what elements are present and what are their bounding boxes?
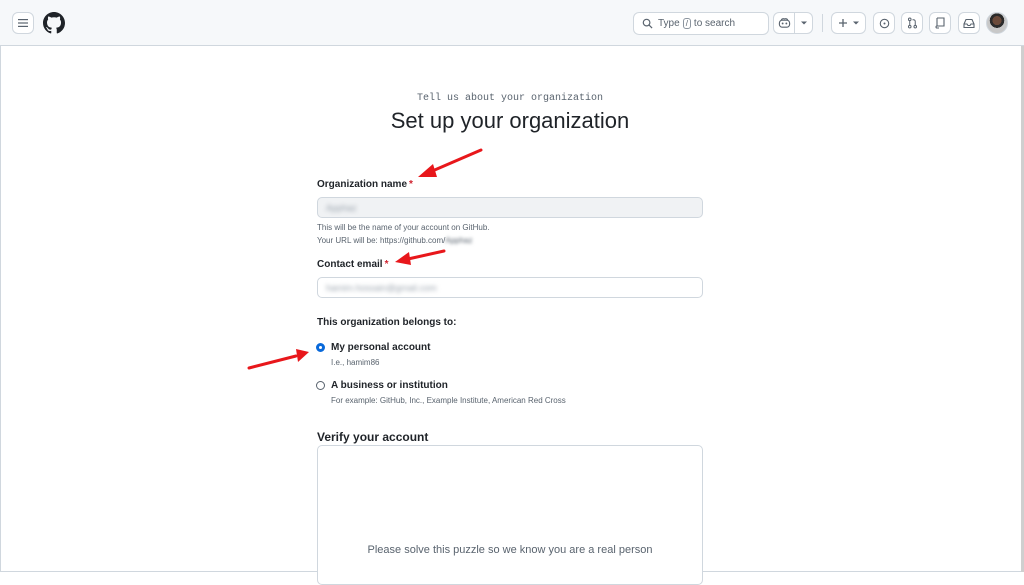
- org-name-input[interactable]: Apphaz: [317, 197, 703, 218]
- required-mark: *: [384, 259, 389, 270]
- contact-email-input[interactable]: hamim.hossain@gmail.com: [317, 277, 703, 298]
- radio-business-institution[interactable]: [316, 381, 325, 390]
- hamburger-icon: [18, 19, 28, 27]
- issues-button[interactable]: [873, 12, 895, 34]
- org-url-prefix: Your URL will be: https://github.com/: [317, 236, 446, 245]
- required-mark: *: [409, 179, 413, 190]
- header-divider: [822, 14, 823, 32]
- org-name-label: Organization name *: [317, 179, 413, 190]
- radio-personal-account-hint: I.e., hamim86: [331, 358, 380, 367]
- repositories-button[interactable]: [929, 12, 951, 34]
- captcha-prompt: Please solve this puzzle so we know you …: [367, 544, 653, 556]
- create-new-button[interactable]: [831, 12, 866, 34]
- avatar[interactable]: [986, 12, 1008, 34]
- annotation-arrow-personal-account: [247, 349, 309, 370]
- copilot-button[interactable]: [773, 12, 795, 34]
- contact-email-label: Contact email *: [317, 259, 388, 270]
- search-icon: [642, 18, 653, 29]
- inbox-icon: [963, 18, 975, 28]
- menu-button[interactable]: [12, 12, 34, 34]
- annotation-arrow-org-name: [418, 148, 483, 177]
- org-name-value: Apphaz: [326, 202, 357, 213]
- git-pull-request-icon: [907, 17, 917, 29]
- org-url-hint: Your URL will be: https://github.com/App…: [317, 236, 473, 245]
- pull-requests-button[interactable]: [901, 12, 923, 34]
- search-input[interactable]: Type / to search: [633, 12, 769, 35]
- org-name-label-text: Organization name: [317, 179, 408, 190]
- radio-business-institution-label[interactable]: A business or institution: [331, 380, 448, 391]
- page-title: Set up your organization: [390, 108, 630, 133]
- belongs-to-label: This organization belongs to:: [317, 317, 457, 328]
- org-url-value: Apphaz: [445, 236, 473, 245]
- inbox-button[interactable]: [958, 12, 980, 34]
- org-name-hint: This will be the name of your account on…: [317, 223, 490, 232]
- chevron-down-icon: [800, 21, 807, 25]
- contact-email-value: hamim.hossain@gmail.com: [326, 282, 437, 293]
- annotation-arrow-contact-email: [395, 249, 446, 265]
- radio-personal-account[interactable]: [316, 343, 325, 352]
- repo-icon: [935, 17, 945, 29]
- github-logo-icon[interactable]: [43, 12, 65, 34]
- plus-icon: [838, 19, 847, 27]
- issue-opened-icon: [879, 18, 889, 28]
- copilot-dropdown-button[interactable]: [795, 12, 813, 34]
- search-suffix: to search: [693, 18, 736, 29]
- radio-business-institution-hint: For example: GitHub, Inc., Example Insti…: [331, 396, 566, 405]
- verify-account-title: Verify your account: [317, 430, 429, 444]
- copilot-icon: [778, 18, 790, 28]
- global-header: Type / to search: [0, 0, 1024, 46]
- contact-email-label-text: Contact email: [317, 259, 383, 270]
- chevron-down-icon: [852, 21, 859, 25]
- captcha-box[interactable]: Please solve this puzzle so we know you …: [317, 445, 703, 585]
- radio-personal-account-label[interactable]: My personal account: [331, 342, 430, 353]
- page-eyebrow: Tell us about your organization: [416, 93, 604, 104]
- search-shortcut-key: /: [682, 18, 691, 29]
- search-prefix: Type: [658, 18, 680, 29]
